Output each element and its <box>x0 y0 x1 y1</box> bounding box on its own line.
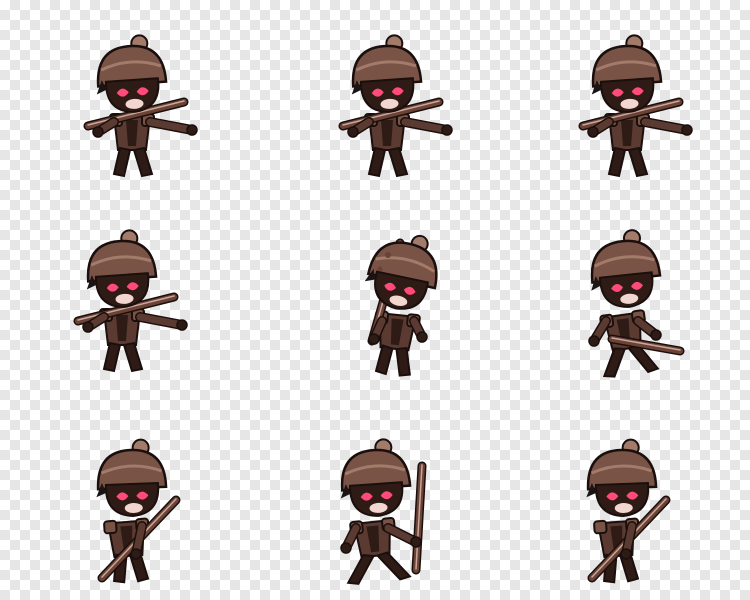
knight-sprite-idle-blade-forward <box>73 229 188 373</box>
sprite-frame-5 <box>330 225 460 385</box>
sprite-frame-1 <box>70 30 200 190</box>
sprite-frame-3 <box>565 30 695 190</box>
knight-sprite-run-blade-low <box>588 229 685 378</box>
knight-sprite-blade-raised-shout <box>364 234 438 377</box>
knight-sprite-lunge-blade-up <box>340 438 427 585</box>
knight-sprite-guard-blade-diagonal <box>586 438 671 584</box>
sprite-frame-7 <box>70 430 200 590</box>
knight-sprite-idle-blade-forward <box>578 34 693 178</box>
sprite-frame-8 <box>310 430 440 590</box>
knight-sprite-idle-blade-forward <box>83 34 198 178</box>
knight-sprite-idle-blade-forward <box>338 34 453 178</box>
knight-sprite-guard-blade-diagonal <box>96 438 181 584</box>
sprite-frame-4 <box>60 225 190 385</box>
sprite-sheet-canvas <box>0 0 750 600</box>
sprite-frame-6 <box>560 225 690 385</box>
sprite-frame-9 <box>560 430 690 590</box>
sprite-frame-2 <box>325 30 455 190</box>
